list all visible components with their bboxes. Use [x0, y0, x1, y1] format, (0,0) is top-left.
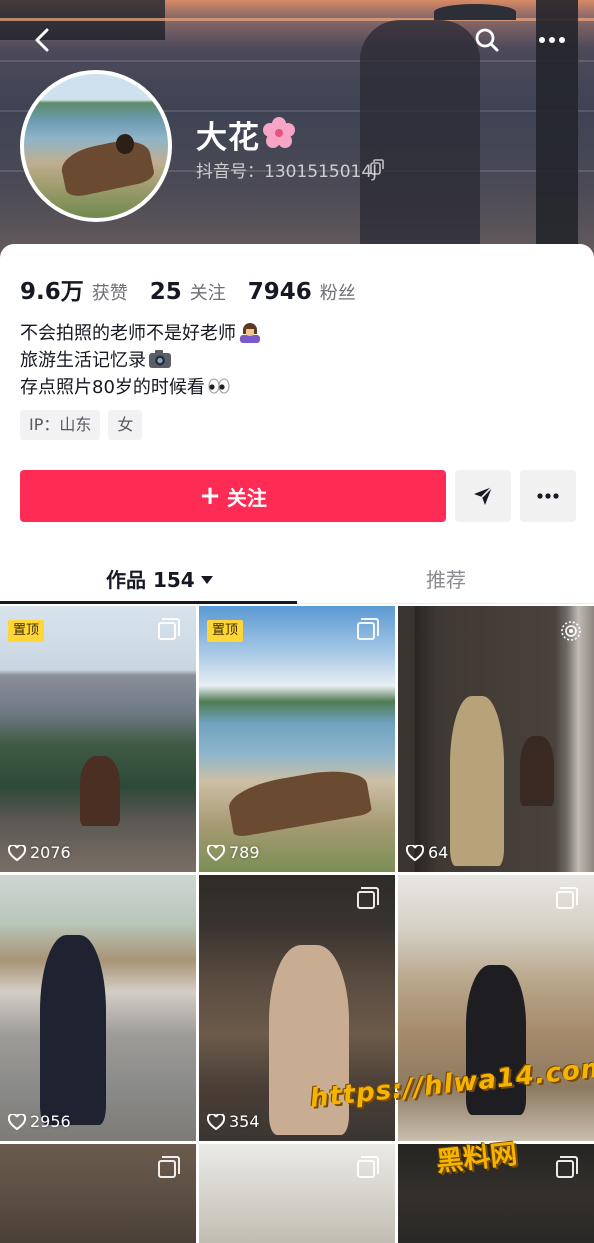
action-row: + 关注	[20, 470, 576, 522]
stat-value: 7946	[247, 279, 312, 305]
tab-recommend-label: 推荐	[426, 568, 466, 592]
tab-recommend[interactable]: 推荐	[426, 564, 466, 593]
avatar-figure-head	[116, 134, 134, 154]
back-button[interactable]	[26, 24, 58, 56]
video-thumbnail[interactable]: 置顶 2076	[0, 606, 196, 872]
stat-label: 关注	[189, 283, 226, 304]
tab-works-label: 作品 154	[106, 568, 195, 592]
heart-icon	[406, 844, 424, 861]
pinned-badge: 置顶	[8, 620, 45, 642]
like-count: 2076	[8, 843, 71, 862]
more-horizontal-icon	[539, 37, 565, 43]
bio-line: 旅游生活记忆录	[20, 347, 262, 374]
like-count-value: 354	[229, 1112, 260, 1131]
search-icon	[475, 28, 499, 52]
stat-following[interactable]: 25 关注	[150, 279, 226, 305]
video-thumbnail[interactable]: 2956	[0, 875, 196, 1141]
bio-text: 不会拍照的老师不是好老师	[20, 323, 236, 344]
stat-label: 获赞	[91, 283, 128, 304]
heart-icon	[207, 1113, 225, 1130]
nickname: 大花	[196, 120, 260, 156]
content-tabs: 作品 154 推荐	[0, 556, 594, 604]
profile-tags: IP：山东 女	[20, 410, 150, 440]
multi-image-icon	[158, 618, 180, 640]
camera-emoji-icon	[149, 350, 171, 368]
copy-icon[interactable]	[370, 159, 384, 175]
thumbnail-doll	[520, 736, 554, 806]
multi-image-icon	[357, 618, 379, 640]
video-thumbnail[interactable]: 64	[398, 606, 594, 872]
avatar-figure	[58, 135, 156, 199]
bio-line: 不会拍照的老师不是好老师	[20, 320, 262, 347]
more-button[interactable]	[536, 24, 568, 56]
send-icon	[474, 486, 493, 505]
multi-image-icon	[357, 1156, 379, 1178]
bio-text: 存点照片80岁的时候看	[20, 377, 205, 398]
search-button[interactable]	[471, 24, 503, 56]
thumbnail-figure	[225, 764, 373, 838]
active-tab-indicator	[0, 601, 297, 604]
video-thumbnail[interactable]	[0, 1144, 196, 1243]
share-button[interactable]	[455, 470, 511, 522]
bio: 不会拍照的老师不是好老师 旅游生活记忆录 存点照片80岁的时候看	[20, 320, 262, 401]
stat-value: 9.6万	[20, 279, 84, 305]
more-actions-button[interactable]	[520, 470, 576, 522]
cover-wave	[0, 60, 594, 62]
video-thumbnail[interactable]: 置顶 789	[199, 606, 395, 872]
bio-line: 存点照片80岁的时候看	[20, 374, 262, 401]
thumbnail-figure	[450, 696, 504, 866]
video-thumbnail[interactable]	[199, 1144, 395, 1243]
stat-value: 25	[149, 279, 182, 305]
like-count-value: 64	[428, 843, 449, 862]
caret-down-icon	[200, 576, 213, 584]
gender-tag: 女	[108, 410, 143, 440]
cherry-blossom-icon	[263, 117, 295, 148]
like-count-value: 789	[229, 843, 260, 862]
thumbnail-figure	[40, 935, 106, 1125]
account-id: 抖音号：1301515014J	[196, 162, 378, 182]
heart-icon	[207, 844, 225, 861]
like-count: 64	[406, 843, 448, 862]
multi-image-icon	[556, 887, 578, 909]
heart-icon	[8, 844, 26, 861]
like-count: 354	[207, 1112, 260, 1131]
cover-silhouette	[360, 20, 480, 270]
multi-image-icon	[357, 887, 379, 909]
thumbnail-figure	[80, 756, 120, 826]
multi-image-icon	[158, 1156, 180, 1178]
stat-label: 粉丝	[319, 283, 356, 304]
plus-icon: +	[199, 481, 221, 511]
ip-location-tag: IP：山东	[20, 410, 101, 440]
chevron-left-icon	[35, 28, 49, 52]
multi-image-icon	[556, 1156, 578, 1178]
teacher-emoji-icon	[240, 323, 260, 343]
follow-button[interactable]: + 关注	[20, 470, 446, 522]
follow-label: 关注	[226, 485, 267, 510]
stats-row: 9.6万 获赞 25 关注 7946 粉丝	[20, 272, 378, 306]
like-count-value: 2076	[30, 843, 71, 862]
heart-icon	[8, 1113, 26, 1130]
stat-likes[interactable]: 9.6万 获赞	[20, 272, 128, 306]
live-photo-icon	[561, 621, 581, 641]
like-count-value: 2956	[30, 1112, 71, 1131]
like-count: 789	[207, 843, 260, 862]
bio-text: 旅游生活记忆录	[20, 350, 146, 371]
stat-followers[interactable]: 7946 粉丝	[248, 279, 356, 305]
pinned-badge: 置顶	[207, 620, 244, 642]
like-count: 2956	[8, 1112, 71, 1131]
more-horizontal-icon	[537, 493, 559, 499]
avatar[interactable]	[20, 70, 172, 222]
eyes-emoji-icon	[208, 378, 230, 394]
cover-island	[434, 4, 516, 20]
tab-works[interactable]: 作品 154	[106, 564, 213, 593]
